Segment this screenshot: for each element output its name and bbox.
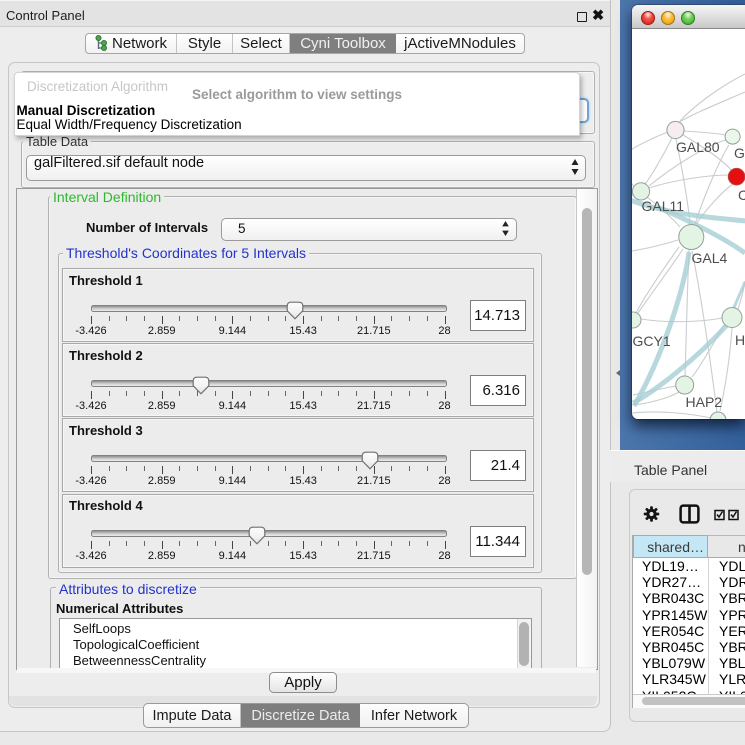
svg-text:GAL11: GAL11 <box>642 198 685 214</box>
svg-text:C…: C… <box>738 187 745 203</box>
svg-text:GCY1: GCY1 <box>633 333 671 349</box>
svg-text:HAP2: HAP2 <box>686 394 723 410</box>
svg-text:GAL80: GAL80 <box>676 139 720 155</box>
svg-text:GAL4: GAL4 <box>692 250 728 266</box>
svg-text:H…: H… <box>735 332 745 348</box>
svg-text:GA…: GA… <box>734 145 745 161</box>
